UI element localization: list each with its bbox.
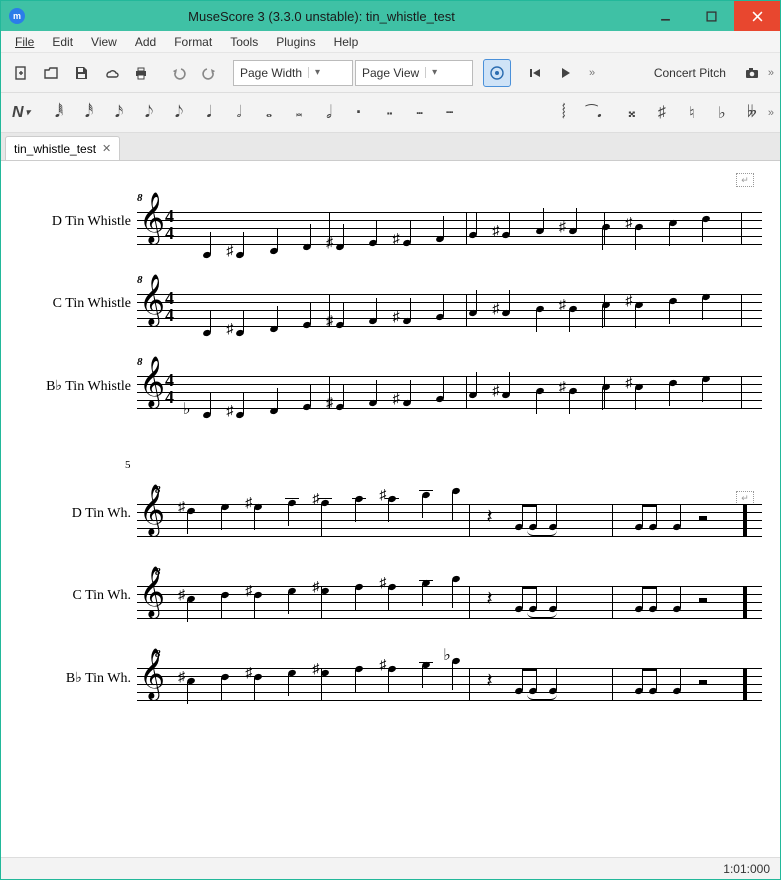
time-signature: 44 <box>165 208 174 242</box>
natural-button[interactable]: ♮ <box>678 99 706 127</box>
staff-label: D Tin Whistle <box>19 214 137 230</box>
window-title: MuseScore 3 (3.3.0 unstable): tin_whistl… <box>1 9 642 24</box>
cloud-button[interactable] <box>97 59 125 87</box>
menu-tools[interactable]: Tools <box>222 33 266 51</box>
double-dot-button[interactable]: ·· <box>375 99 403 127</box>
staff-label: D Tin Wh. <box>19 506 137 522</box>
menu-view[interactable]: View <box>83 33 125 51</box>
quarter-note-button[interactable]: 𝅘𝅥 <box>195 99 223 127</box>
playback-position: 1:01:000 <box>723 862 770 876</box>
statusbar: 1:01:000 <box>1 857 780 879</box>
toolbar2-overflow-icon[interactable]: » <box>768 107 774 119</box>
main-toolbar: Page Width▾ Page View▾ » Concert Pitch » <box>1 53 780 93</box>
slur-button[interactable]: ⁀𝅘 <box>580 99 608 127</box>
print-button[interactable] <box>127 59 155 87</box>
titlebar: m MuseScore 3 (3.3.0 unstable): tin_whis… <box>1 1 780 31</box>
16th-note-button[interactable]: 𝅘𝅥𝅯 <box>105 99 133 127</box>
8th-note-alt-button[interactable]: 𝅘𝅥𝅮 <box>165 99 193 127</box>
score-page: ↵ D Tin Whistle 8 𝄞 44 ♯♯♯♯♯♯ C Tin Whis… <box>19 169 762 853</box>
note-input-toolbar: N▾ 𝅘𝅥𝅱 𝅘𝅥𝅰 𝅘𝅥𝅯 𝅘𝅥𝅮 𝅘𝅥𝅮 𝅘𝅥 𝅗𝅥 𝅝 𝅜 𝅗𝅥 · ··… <box>1 93 780 133</box>
zoom-combo[interactable]: Page Width▾ <box>233 60 353 86</box>
longa-button[interactable]: 𝅗𝅥 <box>315 99 343 127</box>
double-sharp-button[interactable]: 𝄪 <box>618 99 646 127</box>
camera-button[interactable] <box>738 59 766 87</box>
menu-file[interactable]: File <box>7 33 42 51</box>
double-whole-button[interactable]: 𝅜 <box>285 99 313 127</box>
measure-number: 5 <box>125 459 131 471</box>
score-viewport[interactable]: ↵ D Tin Whistle 8 𝄞 44 ♯♯♯♯♯♯ C Tin Whis… <box>1 161 780 857</box>
tie-button[interactable]: 𝆃 <box>550 99 578 127</box>
minimize-button[interactable] <box>642 1 688 31</box>
play-button[interactable] <box>551 59 579 87</box>
64th-note-button[interactable]: 𝅘𝅥𝅱 <box>45 99 73 127</box>
staff-label: C Tin Whistle <box>19 296 137 312</box>
dot-button[interactable]: · <box>345 99 373 127</box>
menu-edit[interactable]: Edit <box>44 33 81 51</box>
tab-label: tin_whistle_test <box>14 142 96 156</box>
metronome-button[interactable] <box>483 59 511 87</box>
concert-pitch-button[interactable]: Concert Pitch <box>644 66 736 80</box>
sharp-button[interactable]: ♯ <box>648 99 676 127</box>
treble-clef: 𝄞 <box>139 196 165 240</box>
tabbar: tin_whistle_test ✕ <box>1 133 780 161</box>
open-button[interactable] <box>37 59 65 87</box>
toolbar1-overflow2-icon[interactable]: » <box>768 67 774 79</box>
close-button[interactable] <box>734 1 780 31</box>
menu-help[interactable]: Help <box>326 33 367 51</box>
page-view-combo[interactable]: Page View▾ <box>355 60 473 86</box>
maximize-button[interactable] <box>688 1 734 31</box>
staff: 8 𝄞 44 ♯♯♯♯♯♯ <box>137 202 762 242</box>
32nd-note-button[interactable]: 𝅘𝅥𝅰 <box>75 99 103 127</box>
undo-button[interactable] <box>165 59 193 87</box>
double-flat-button[interactable]: 𝄫 <box>738 99 766 127</box>
tab-close-icon[interactable]: ✕ <box>102 142 111 155</box>
triple-dot-button[interactable]: ··· <box>405 99 433 127</box>
quad-dot-button[interactable]: ···· <box>435 99 463 127</box>
menu-format[interactable]: Format <box>166 33 220 51</box>
flat-button[interactable]: ♭ <box>708 99 736 127</box>
half-note-button[interactable]: 𝅗𝅥 <box>225 99 253 127</box>
toolbar1-overflow-icon[interactable]: » <box>589 67 595 79</box>
whole-note-button[interactable]: 𝅝 <box>255 99 283 127</box>
menubar: File Edit View Add Format Tools Plugins … <box>1 31 780 53</box>
menu-plugins[interactable]: Plugins <box>268 33 323 51</box>
8th-note-button[interactable]: 𝅘𝅥𝅮 <box>135 99 163 127</box>
staff-label: B♭ Tin Whistle <box>19 378 137 395</box>
system-1: D Tin Whistle 8 𝄞 44 ♯♯♯♯♯♯ C Tin Whistl… <box>19 181 762 427</box>
note-entry-button[interactable]: N▾ <box>7 99 35 127</box>
system-2: 5 D Tin Wh. 8 𝄞 ♯♯♯♯𝄽 C Tin Wh. 8 𝄞 ♯ <box>19 473 762 719</box>
rewind-button[interactable] <box>521 59 549 87</box>
document-tab[interactable]: tin_whistle_test ✕ <box>5 136 120 160</box>
staff-row: D Tin Whistle 8 𝄞 44 ♯♯♯♯♯♯ <box>19 181 762 263</box>
save-button[interactable] <box>67 59 95 87</box>
redo-button[interactable] <box>195 59 223 87</box>
new-button[interactable] <box>7 59 35 87</box>
menu-add[interactable]: Add <box>127 33 164 51</box>
